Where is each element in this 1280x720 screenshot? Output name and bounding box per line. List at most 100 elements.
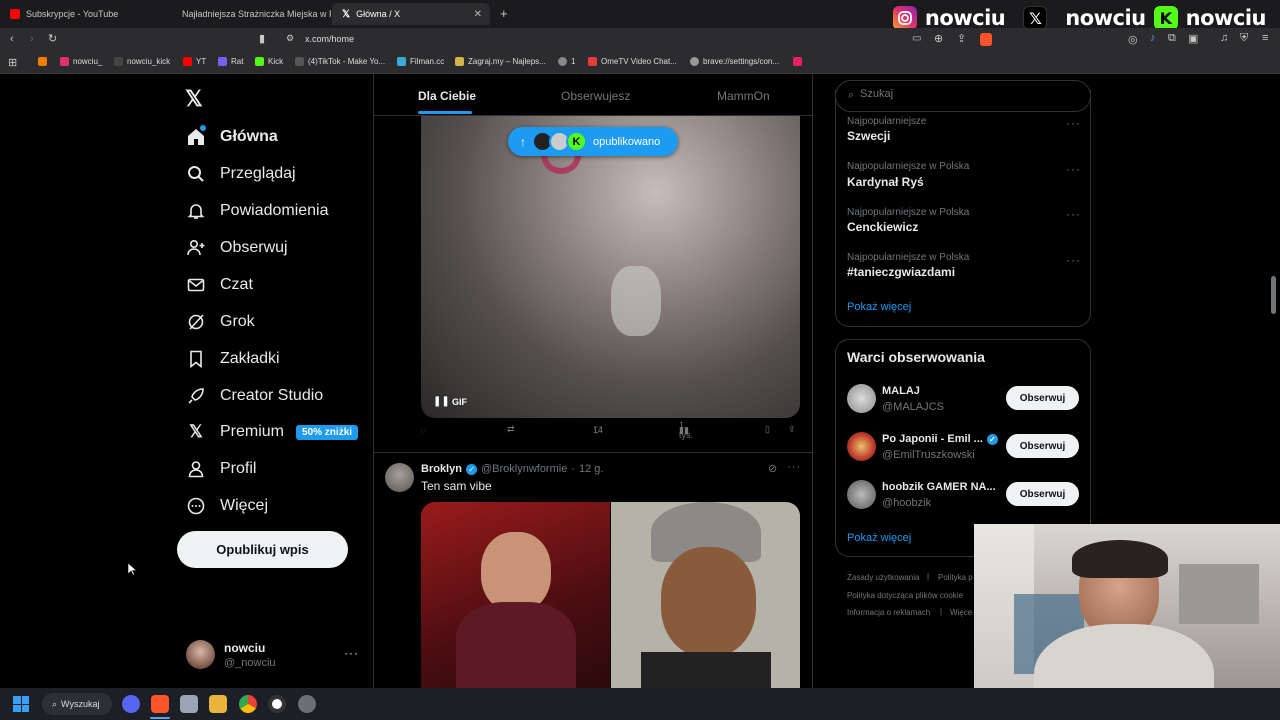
account-menu-icon[interactable]: ··· — [344, 646, 359, 660]
nav-more[interactable]: Więcej — [186, 496, 268, 516]
follow-button[interactable]: Obserwuj — [1006, 434, 1079, 458]
sidebar-icon[interactable]: ▣ — [1188, 32, 1198, 45]
tab-youtube-video[interactable]: Najładniejsza Strażniczka Miejska w P — [166, 3, 331, 25]
post-author-avatar[interactable] — [385, 463, 414, 492]
app-icon[interactable] — [298, 695, 316, 713]
back-icon[interactable]: ‹ — [10, 33, 14, 45]
close-tab-icon[interactable]: ✕ — [474, 9, 482, 20]
bookmark-item[interactable]: Kick — [255, 57, 283, 66]
share-icon[interactable]: ⇪ — [957, 32, 966, 45]
footer-link[interactable]: Informacja o reklamach — [847, 608, 930, 617]
obs-icon[interactable] — [268, 695, 286, 713]
footer-link[interactable]: Polityka dotycząca plików cookie — [847, 591, 963, 600]
nav-follow[interactable]: Obserwuj — [186, 238, 288, 258]
tab-youtube-subs[interactable]: Subskrypcje - YouTube — [0, 3, 165, 25]
bookmark-item[interactable] — [793, 57, 806, 66]
url-field[interactable]: x.com/home — [305, 34, 354, 44]
post-author-name[interactable]: Broklyn — [421, 463, 462, 475]
site-info-icon[interactable]: ⚙ — [286, 33, 294, 44]
avatar[interactable] — [847, 384, 876, 413]
post-image-right[interactable] — [611, 502, 800, 688]
bookmark-item[interactable]: OmeTV Video Chat... — [588, 57, 677, 66]
bookmark-item[interactable]: Filman.cc — [397, 57, 444, 66]
apps-grid-icon[interactable]: ⊞ — [8, 56, 17, 69]
bookmark-item[interactable]: Rat — [218, 57, 243, 66]
tab-following[interactable]: Obserwujesz — [561, 89, 630, 103]
trend-menu-icon[interactable]: ··· — [1066, 207, 1081, 221]
discord-icon[interactable] — [122, 695, 140, 713]
gif-media[interactable]: ❚❚ GIF — [421, 116, 800, 418]
folder-icon[interactable] — [209, 695, 227, 713]
nav-home[interactable]: Główna — [186, 125, 278, 147]
footer-link[interactable]: Więce — [950, 608, 972, 617]
menu-icon[interactable]: ≡ — [1262, 32, 1268, 44]
bookmark-item[interactable]: 1 — [558, 57, 575, 66]
trend-menu-icon[interactable]: ··· — [1066, 116, 1081, 130]
page-scrollbar-thumb[interactable] — [1271, 276, 1276, 314]
bookmark-item[interactable]: YT — [183, 57, 206, 66]
avatar[interactable] — [847, 480, 876, 509]
nav-premium[interactable]: 𝕏 Premium 50% zniżki — [186, 422, 359, 442]
pause-icon[interactable]: ❚❚ — [433, 396, 450, 407]
audio-icon[interactable]: ♪ — [1150, 32, 1156, 44]
account-name[interactable]: nowciu — [224, 641, 265, 655]
suggested-user-name[interactable]: hoobzik GAMER NA... — [882, 481, 996, 493]
grok-icon[interactable]: ⊘ — [768, 462, 777, 475]
x-logo-icon[interactable]: 𝕏 — [185, 86, 203, 112]
bookmark-item[interactable]: brave://settings/con... — [690, 57, 779, 66]
suggested-user-name-row[interactable]: Po Japonii - Emil ... ✓ — [882, 433, 998, 445]
who-to-follow-show-more-link[interactable]: Pokaż więcej — [847, 532, 911, 544]
nav-grok[interactable]: Grok — [186, 312, 255, 332]
bookmark-item[interactable] — [38, 57, 51, 66]
bookmark-item[interactable]: nowciu_kick — [114, 57, 170, 66]
follow-button[interactable]: Obserwuj — [1006, 482, 1079, 506]
start-button[interactable] — [13, 696, 29, 712]
brave-shields-icon[interactable] — [980, 33, 992, 46]
new-tab-button[interactable]: + — [500, 6, 508, 21]
chrome-icon[interactable] — [239, 695, 257, 713]
tab-list[interactable]: MammOn — [717, 89, 770, 103]
youtube-icon — [10, 9, 20, 19]
footer-link[interactable]: Zasady użytkowania — [847, 573, 919, 582]
zoom-icon[interactable]: ⊕ — [934, 32, 943, 45]
tab-for-you[interactable]: Dla Ciebie — [418, 89, 476, 103]
taskbar-search[interactable]: ⌕ Wyszukaj — [42, 693, 112, 715]
nav-creator-studio[interactable]: Creator Studio — [186, 386, 323, 406]
post-image-left[interactable] — [421, 502, 610, 688]
nav-notifications[interactable]: Powiadomienia — [186, 201, 329, 221]
music-icon[interactable]: ♫ — [1220, 32, 1228, 44]
forward-icon[interactable]: › — [30, 33, 34, 45]
reload-icon[interactable]: ↻ — [48, 32, 57, 45]
suggested-user-name[interactable]: MALAJ — [882, 385, 920, 397]
new-posts-pill[interactable]: ↑ K opublikowano — [508, 127, 678, 156]
trend-name[interactable]: #tanieczgwiazdami — [847, 265, 955, 279]
tab-x-home[interactable]: 𝕏 Główna / X ✕ — [332, 3, 490, 25]
nav-bookmarks[interactable]: Zakładki — [186, 349, 280, 369]
trend-name[interactable]: Cenckiewicz — [847, 220, 918, 234]
vpn-icon[interactable]: ⛨ — [1240, 32, 1248, 45]
footer-link[interactable]: Polityka p — [938, 573, 973, 582]
bookmark-item[interactable]: nowciu_ — [60, 57, 102, 66]
trends-show-more-link[interactable]: Pokaż więcej — [847, 301, 911, 313]
bookmark-item[interactable]: (4)TikTok - Make Yo... — [295, 57, 385, 66]
trend-menu-icon[interactable]: ··· — [1066, 162, 1081, 176]
puzzle-icon[interactable]: ⧉ — [1168, 32, 1176, 45]
nav-profile[interactable]: Profil — [186, 459, 256, 479]
follow-button[interactable]: Obserwuj — [1006, 386, 1079, 410]
post-menu-icon[interactable]: ··· — [787, 461, 801, 473]
nav-explore[interactable]: Przeglądaj — [186, 164, 296, 184]
avatar[interactable] — [847, 432, 876, 461]
nav-chat[interactable]: Czat — [186, 275, 253, 295]
post-time[interactable]: 12 g. — [579, 463, 603, 475]
brave-icon[interactable] — [151, 695, 169, 713]
cast-icon[interactable]: ▭ — [912, 33, 921, 44]
bookmark-page-icon[interactable]: ▮ — [259, 32, 265, 45]
app-icon[interactable] — [180, 695, 198, 713]
account-avatar[interactable] — [186, 640, 215, 669]
post-button[interactable]: Opublikuj wpis — [177, 531, 348, 568]
bookmark-item[interactable]: Zagraj.my – Najleps... — [455, 57, 546, 66]
trend-name[interactable]: Kardynał Ryś — [847, 175, 924, 189]
trend-name[interactable]: Szwecji — [847, 129, 890, 143]
extension-icon[interactable]: ◎ — [1128, 33, 1138, 46]
trend-menu-icon[interactable]: ··· — [1066, 253, 1081, 267]
